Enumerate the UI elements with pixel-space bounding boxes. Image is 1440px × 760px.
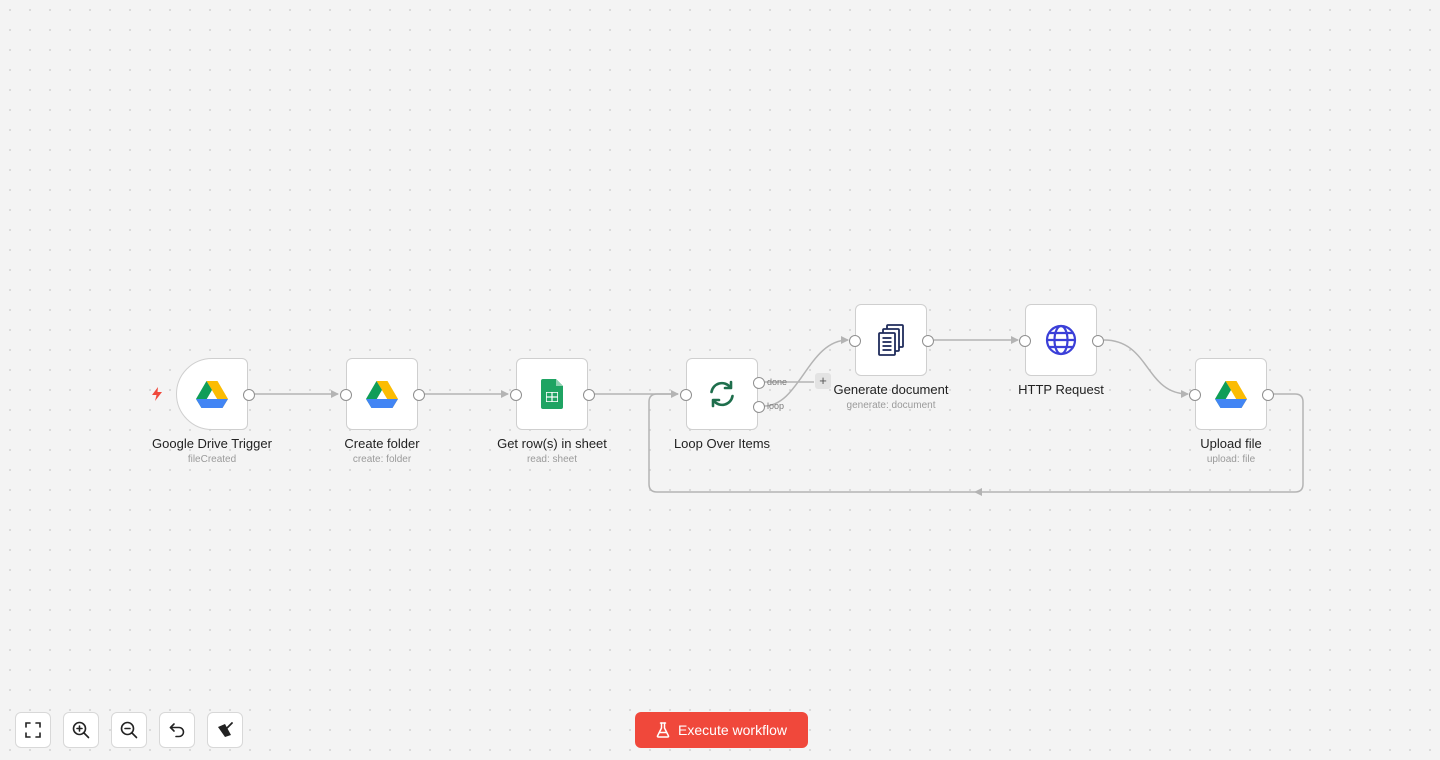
google-drive-icon bbox=[196, 381, 228, 408]
node-label: Upload file bbox=[1200, 436, 1262, 451]
google-drive-icon bbox=[366, 381, 398, 408]
node-upload-file[interactable] bbox=[1189, 358, 1274, 430]
broom-icon bbox=[218, 722, 233, 737]
node-label: Google Drive Trigger bbox=[152, 436, 272, 451]
node-subtitle: fileCreated bbox=[187, 454, 237, 465]
fit-view-button[interactable] bbox=[15, 712, 51, 748]
node-label: Get row(s) in sheet bbox=[497, 436, 607, 451]
zoom-out-button[interactable] bbox=[111, 712, 147, 748]
node-loop-over-items[interactable] bbox=[680, 358, 765, 430]
zoom-in-icon bbox=[72, 721, 90, 739]
output-label-done: done bbox=[767, 377, 788, 387]
node-subtitle: read: sheet bbox=[526, 454, 578, 465]
output-label-loop: loop bbox=[767, 401, 785, 411]
node-subtitle: generate: document bbox=[846, 400, 936, 411]
trigger-bolt-icon bbox=[152, 387, 162, 401]
google-drive-icon bbox=[1215, 381, 1247, 408]
node-label: Loop Over Items bbox=[673, 436, 771, 451]
output-handle-loop[interactable] bbox=[753, 401, 765, 413]
node-get-rows-in-sheet[interactable] bbox=[510, 358, 595, 430]
input-handle[interactable] bbox=[340, 389, 352, 401]
output-handle[interactable] bbox=[413, 389, 425, 401]
execute-workflow-button[interactable]: Execute workflow bbox=[635, 712, 808, 748]
node-subtitle: create: folder bbox=[352, 454, 412, 465]
input-handle[interactable] bbox=[510, 389, 522, 401]
zoom-out-icon bbox=[120, 721, 138, 739]
node-label: Generate document bbox=[833, 382, 949, 397]
output-handle[interactable] bbox=[1262, 389, 1274, 401]
output-handle[interactable] bbox=[243, 389, 255, 401]
return-edge-arrow bbox=[974, 488, 982, 496]
input-handle[interactable] bbox=[1189, 389, 1201, 401]
input-handle[interactable] bbox=[849, 335, 861, 347]
documents-icon bbox=[878, 324, 904, 356]
node-label: HTTP Request bbox=[1018, 382, 1104, 397]
output-handle[interactable] bbox=[1092, 335, 1104, 347]
node-google-drive-trigger[interactable] bbox=[176, 358, 255, 430]
node-create-folder[interactable] bbox=[340, 358, 425, 430]
undo-icon bbox=[169, 723, 185, 738]
globe-icon bbox=[1045, 324, 1077, 356]
google-sheets-icon bbox=[541, 379, 563, 409]
node-http-request[interactable] bbox=[1019, 304, 1104, 376]
input-handle[interactable] bbox=[1019, 335, 1031, 347]
node-generate-document[interactable] bbox=[849, 304, 934, 376]
undo-button[interactable] bbox=[159, 712, 195, 748]
output-handle[interactable] bbox=[922, 335, 934, 347]
workflow-canvas[interactable]: Google Drive Trigger fileCreated Create … bbox=[0, 0, 1440, 760]
node-label: Create folder bbox=[344, 436, 420, 451]
node-subtitle: upload: file bbox=[1206, 454, 1256, 465]
loop-arrows-icon bbox=[710, 380, 734, 408]
fit-view-icon bbox=[25, 722, 41, 738]
tidy-up-button[interactable] bbox=[207, 712, 243, 748]
execute-workflow-label: Execute workflow bbox=[678, 722, 787, 738]
zoom-in-button[interactable] bbox=[63, 712, 99, 748]
output-handle-done[interactable] bbox=[753, 377, 765, 389]
output-handle[interactable] bbox=[583, 389, 595, 401]
input-handle[interactable] bbox=[680, 389, 692, 401]
flask-icon bbox=[656, 722, 670, 738]
